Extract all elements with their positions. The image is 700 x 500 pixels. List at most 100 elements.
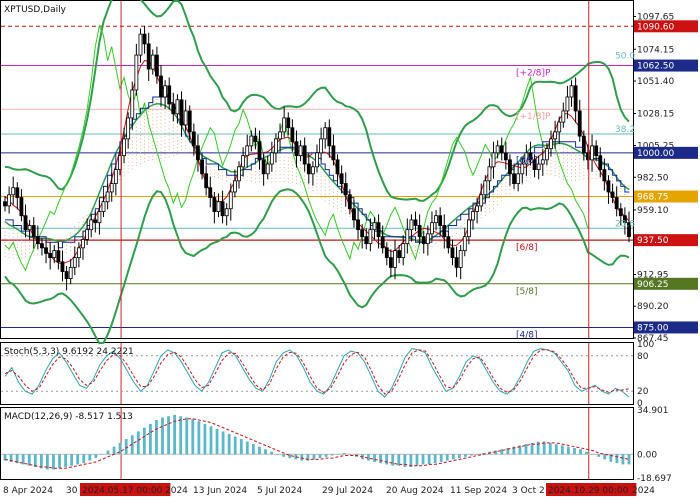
cloud-dot (144, 140, 146, 142)
cloud-dot (148, 114, 150, 116)
cloud-dot (25, 256, 27, 258)
candle-body (442, 225, 447, 238)
cloud-dot (148, 139, 150, 141)
macd-bar (203, 423, 207, 455)
cloud-dot (316, 182, 318, 184)
y-tick-label: 867.45 (637, 334, 669, 344)
cloud-dot (328, 196, 330, 198)
candle-body (105, 191, 110, 203)
macd-bar (58, 454, 61, 469)
cloud-dot (139, 134, 141, 136)
candle-body (220, 201, 225, 217)
cloud-dot (135, 130, 137, 132)
cloud-dot (12, 247, 14, 249)
cloud-dot (583, 178, 585, 180)
cloud-dot (148, 128, 150, 130)
cloud-dot (152, 127, 154, 129)
cloud-dot (287, 181, 289, 183)
macd-bar (603, 454, 607, 460)
candle-body (380, 236, 385, 249)
trading-chart[interactable]: [+2/8]P [+1/8]P [8/8] [6/8] [5/8] [4/8] 50.0 38… (0, 0, 700, 500)
cloud-dot (213, 165, 215, 167)
cloud-dot (131, 147, 133, 149)
cloud-dot (123, 168, 125, 170)
cloud-dot (144, 136, 146, 138)
candle-body (401, 243, 406, 259)
y-tick-label: 959.10 (637, 206, 669, 216)
macd-bar (300, 454, 304, 461)
candle-body (35, 236, 40, 245)
cloud-dot (505, 182, 507, 184)
cloud-dot (488, 201, 490, 203)
cloud-dot (419, 245, 421, 247)
candle-body (253, 135, 258, 143)
cloud-dot (25, 238, 27, 240)
candle-body (388, 257, 393, 268)
macd-bar (348, 454, 352, 455)
cloud-dot (591, 174, 593, 176)
cloud-dot (74, 229, 76, 231)
cloud-dot (119, 178, 121, 180)
cloud-dot (8, 239, 10, 241)
macd-bar (142, 427, 146, 455)
x-tick-label: 8 Apr 2024 (3, 486, 53, 496)
candle-body (282, 117, 287, 133)
cloud-dot (571, 179, 573, 181)
cloud-dot (620, 187, 622, 189)
cloud-dot (620, 194, 622, 196)
cloud-dot (152, 109, 154, 111)
candle-body (450, 247, 455, 259)
cloud-dot (144, 147, 146, 149)
candle-body (167, 85, 172, 105)
cloud-dot (119, 175, 121, 177)
cloud-dot (583, 168, 585, 170)
candle-body (19, 197, 24, 217)
cloud-dot (628, 202, 630, 204)
cloud-dot (575, 155, 577, 157)
cloud-dot (554, 171, 556, 173)
murrey-label: [+2/8]P (516, 69, 551, 79)
cloud-dot (320, 175, 322, 177)
cloud-dot (139, 145, 141, 147)
cloud-dot (583, 171, 585, 173)
cloud-dot (12, 257, 14, 259)
cloud-dot (152, 102, 154, 104)
candle-body (475, 205, 480, 212)
candle-body (298, 145, 303, 157)
cloud-dot (320, 182, 322, 184)
cloud-dot (131, 168, 133, 170)
macd-bar (88, 454, 92, 461)
cloud-dot (300, 163, 302, 165)
cloud-dot (37, 253, 39, 255)
candle-body (150, 54, 155, 70)
cloud-dot (139, 138, 141, 140)
cloud-dot (546, 166, 548, 168)
candle-body (89, 219, 94, 231)
cloud-dot (509, 192, 511, 194)
candle-body (471, 211, 475, 221)
candle-body (163, 85, 168, 98)
cloud-dot (283, 156, 285, 158)
macd-bar (385, 454, 389, 465)
cloud-dot (8, 250, 10, 252)
x-tick-label: 2024.10.29 00:00 (548, 486, 629, 496)
price-tag-label: 906.25 (637, 280, 669, 290)
cloud-dot (460, 225, 462, 227)
cloud-dot (546, 173, 548, 175)
cloud-dot (320, 186, 322, 188)
cloud-dot (4, 231, 6, 233)
cloud-dot (324, 186, 326, 188)
cloud-dot (566, 176, 568, 178)
cloud-dot (152, 106, 154, 108)
cloud-dot (172, 144, 174, 146)
candle-body (278, 131, 282, 140)
cloud-dot (148, 111, 150, 113)
cloud-dot (242, 178, 244, 180)
cloud-dot (16, 233, 18, 235)
cloud-dot (131, 154, 133, 156)
candle-body (458, 250, 463, 268)
cloud-dot (12, 240, 14, 242)
cloud-dot (291, 161, 293, 163)
cloud-dot (12, 254, 14, 256)
cloud-dot (176, 129, 178, 131)
